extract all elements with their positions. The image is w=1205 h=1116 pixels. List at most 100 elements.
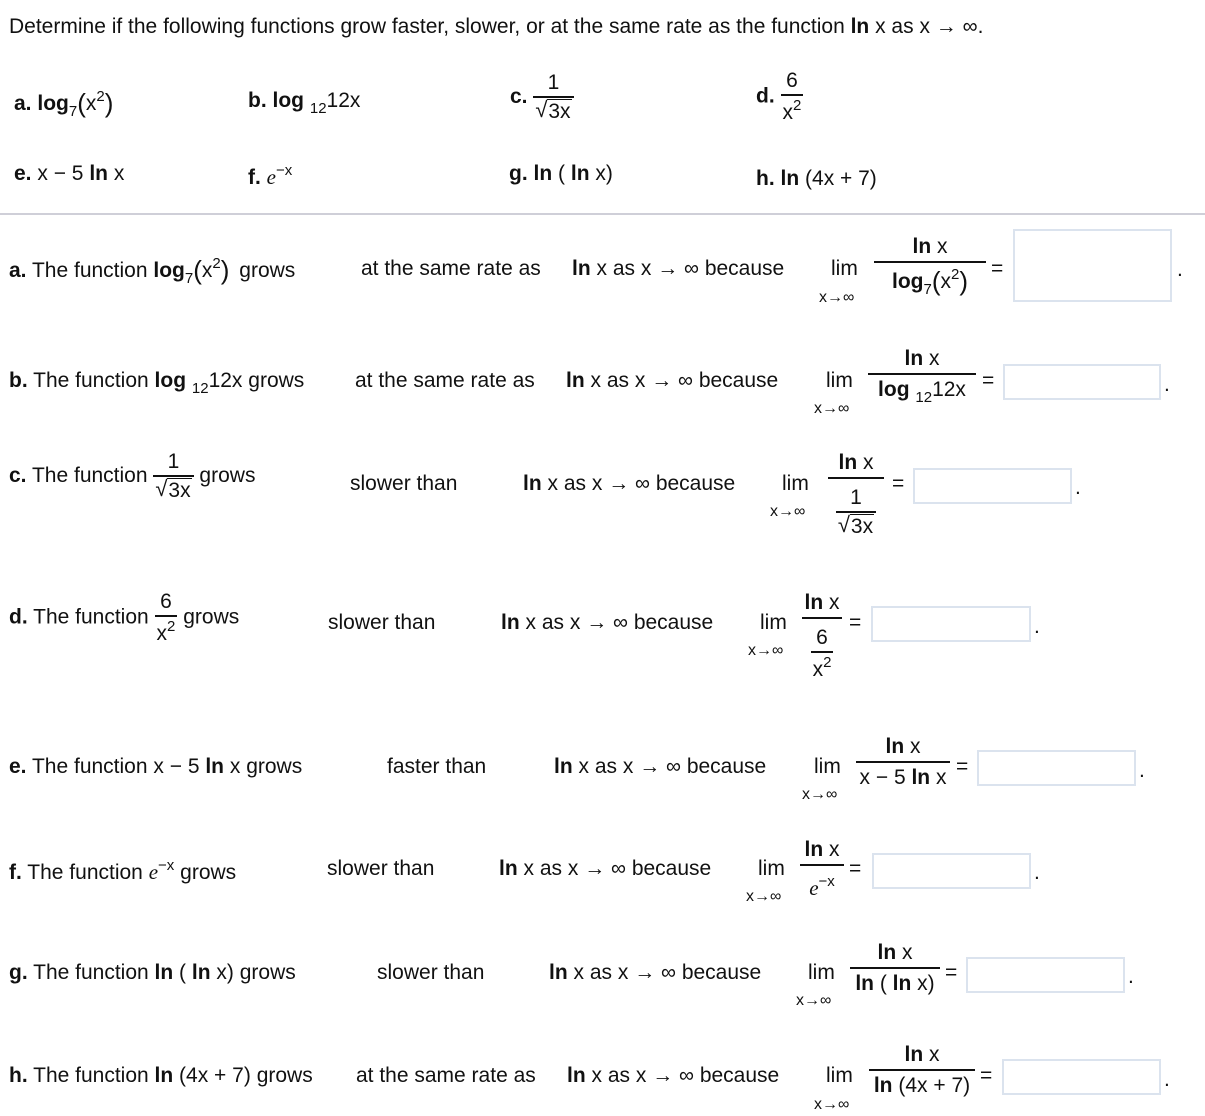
answer-select-c[interactable]: slower than	[350, 472, 457, 496]
sqrt-icon: √	[535, 97, 548, 122]
numerator: ln x	[904, 1044, 939, 1069]
lim-label: lim	[826, 1064, 853, 1087]
limit-fraction-g: ln x ln ( ln x)	[850, 942, 940, 994]
period: .	[1164, 373, 1170, 396]
period: .	[1139, 759, 1145, 782]
limit-answer-input-e[interactable]	[977, 750, 1136, 786]
exponent: 2	[167, 618, 176, 635]
comparison-text-e: ln x as x → ∞ because	[554, 755, 766, 779]
grows-text: grows	[256, 1064, 313, 1087]
comparison-text-c: ln x as x → ∞ because	[523, 472, 735, 496]
text: x as x → ∞ because	[517, 857, 712, 880]
numerator: ln x	[877, 942, 912, 967]
answer-select-d[interactable]: slower than	[328, 611, 435, 635]
limit-answer-input-c[interactable]	[913, 468, 1072, 504]
grows-text: grows	[248, 369, 305, 392]
answer-select-a[interactable]: at the same rate as	[361, 257, 541, 281]
comparison-text-b: ln x as x → ∞ because	[566, 369, 778, 393]
denominator: e−x	[800, 864, 844, 899]
prompt-part: x as x → ∞.	[869, 15, 984, 38]
denominator: ln (4x + 7)	[869, 1069, 975, 1096]
period: .	[1034, 861, 1040, 884]
sqrt-icon: √	[837, 512, 850, 537]
part-label: a.	[9, 259, 27, 282]
ln-label: ln	[523, 472, 542, 495]
expr: x − 5	[859, 766, 912, 789]
ln-label: ln	[780, 167, 800, 190]
period: .	[1075, 476, 1081, 499]
ln-label: ln	[850, 15, 870, 38]
limit-answer-input-a[interactable]	[1013, 229, 1172, 302]
text: x as x → ∞ because	[584, 369, 779, 392]
log-base: 7	[184, 270, 194, 287]
answer-select-b[interactable]: at the same rate as	[355, 369, 535, 393]
comparison-text-g: ln x as x → ∞ because	[549, 961, 761, 985]
item-label: h.	[756, 167, 775, 190]
answer-select-h[interactable]: at the same rate as	[356, 1064, 536, 1088]
grows-text: grows	[180, 861, 237, 884]
answer-select-e[interactable]: faster than	[387, 755, 486, 779]
numerator: ln x	[804, 592, 839, 617]
numerator: 1	[850, 486, 862, 509]
var: x	[823, 591, 840, 614]
ln-label: ln	[838, 451, 858, 474]
expr: (4x + 7)	[799, 167, 877, 190]
limit-answer-input-f[interactable]	[872, 853, 1031, 889]
log-label: log	[37, 92, 69, 115]
part-b-sentence: b. The function log 1212x grows	[9, 369, 304, 397]
limit-answer-input-d[interactable]	[871, 606, 1031, 642]
var: x	[201, 259, 213, 282]
var: x	[823, 838, 840, 861]
limit-answer-input-g[interactable]	[966, 957, 1125, 993]
function-c: c. 1 √ 3x	[510, 72, 574, 123]
denominator: log 1212x	[868, 373, 976, 405]
numerator: ln x	[885, 736, 920, 761]
function-b: b. log 1212x	[248, 89, 360, 117]
numerator: 6	[816, 626, 828, 649]
log-base: 12	[915, 389, 933, 406]
fraction: 1 √ 3x	[533, 72, 574, 123]
ln-label: ln	[912, 235, 932, 258]
ln-label: ln	[904, 347, 924, 370]
item-label: e.	[14, 162, 32, 185]
exponent: −x	[276, 162, 293, 179]
text: The function	[27, 1064, 155, 1087]
answer-select-f[interactable]: slower than	[327, 857, 434, 881]
expr: x	[107, 162, 125, 185]
limit-fraction-h: ln x ln (4x + 7)	[869, 1044, 975, 1096]
limit-answer-input-b[interactable]	[1003, 364, 1161, 400]
sqrt-icon: √	[155, 476, 168, 501]
ln-label: ln	[572, 257, 591, 280]
function-h: h. ln (4x + 7)	[756, 167, 877, 191]
period: .	[1164, 1068, 1170, 1091]
var: x	[812, 658, 824, 681]
radicand: 3x	[849, 514, 875, 538]
ln-label: ln	[205, 755, 225, 778]
paren: (	[77, 88, 86, 118]
lim-label: lim	[758, 857, 785, 880]
prompt-part: Determine if the following functions gro…	[9, 15, 851, 38]
fraction: 1 √ 3x	[835, 486, 877, 538]
ln-label: ln	[911, 766, 931, 789]
limit-answer-input-h[interactable]	[1002, 1059, 1161, 1095]
radicand: 3x	[167, 478, 192, 502]
part-d-sentence: d. The function 6 x2 grows	[9, 591, 239, 644]
paren: )	[104, 88, 114, 118]
lim-subscript: x→∞	[796, 992, 832, 1009]
sqrt: √ 3x	[837, 512, 875, 538]
text: The function	[26, 755, 154, 778]
var: x	[896, 941, 913, 964]
limit-fraction-b: ln x log 1212x	[868, 348, 976, 405]
part-label: g.	[9, 961, 28, 984]
log-base: 7	[923, 281, 932, 298]
denominator: √ 3x	[153, 475, 194, 502]
log-label: log	[891, 270, 924, 293]
limit-fraction-d: ln x 6 x2	[802, 592, 842, 680]
text: x as x → ∞ because	[541, 472, 736, 495]
text: The function	[26, 259, 154, 282]
lim-subscript: x→∞	[802, 786, 838, 803]
lim-subscript: x→∞	[819, 289, 855, 306]
ln-label: ln	[533, 162, 553, 185]
ln-label: ln	[892, 972, 912, 995]
answer-select-g[interactable]: slower than	[377, 961, 484, 985]
